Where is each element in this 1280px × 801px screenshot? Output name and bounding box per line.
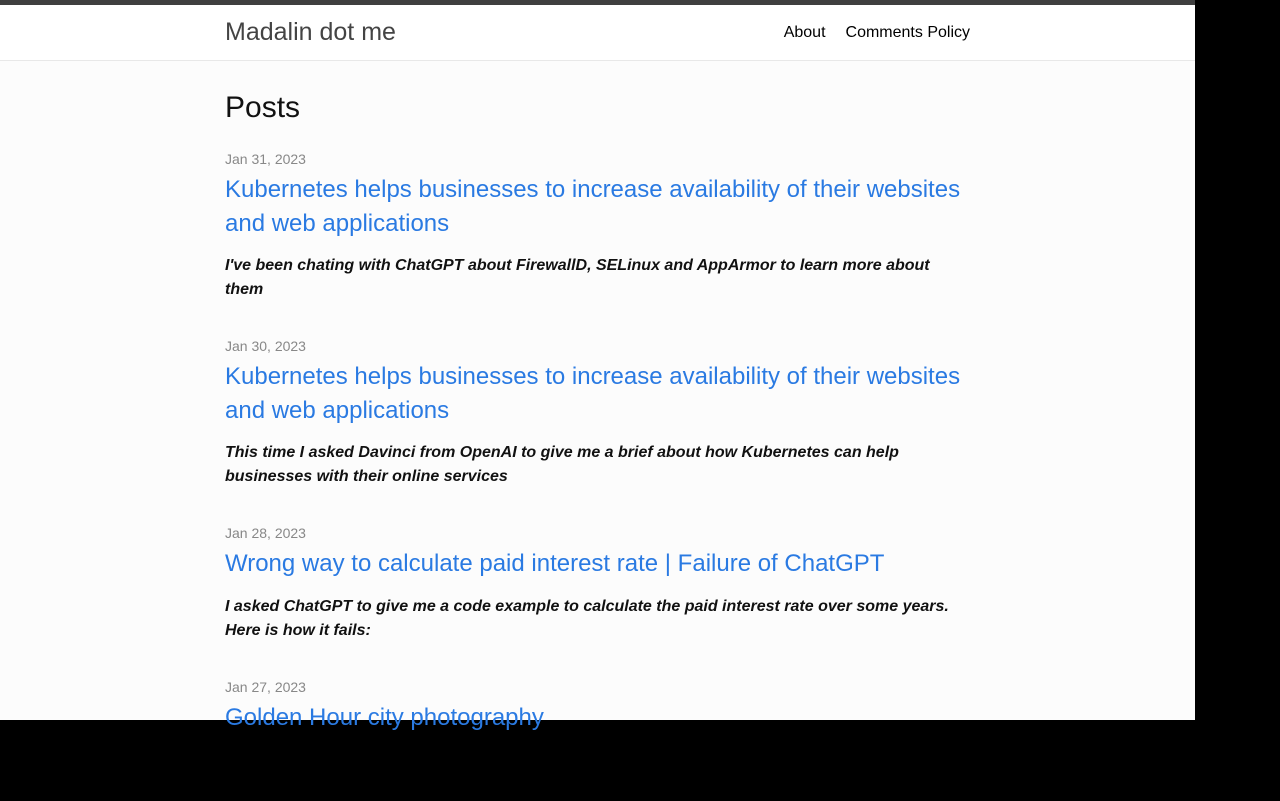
post-title-link[interactable]: Kubernetes helps businesses to increase … bbox=[225, 363, 960, 424]
main-content: Posts Jan 31, 2023 Kubernetes helps busi… bbox=[0, 61, 1195, 801]
post-excerpt: I've been chating with ChatGPT about Fir… bbox=[225, 254, 965, 302]
post-title-link[interactable]: Kubernetes helps businesses to increase … bbox=[225, 176, 960, 237]
nav-link-comments-policy[interactable]: Comments Policy bbox=[846, 24, 970, 42]
post-date: Jan 30, 2023 bbox=[225, 338, 970, 354]
post-title-link[interactable]: Golden Hour city photography bbox=[225, 704, 544, 731]
post-date: Jan 31, 2023 bbox=[225, 151, 970, 167]
post-item: Jan 27, 2023 Golden Hour city photograph… bbox=[225, 679, 970, 735]
post-excerpt: This time I asked Davinci from OpenAI to… bbox=[225, 441, 965, 489]
post-item: Jan 31, 2023 Kubernetes helps businesses… bbox=[225, 151, 970, 302]
post-item: Jan 28, 2023 Wrong way to calculate paid… bbox=[225, 525, 970, 643]
post-excerpt: I asked ChatGPT to give me a code exampl… bbox=[225, 595, 965, 643]
post-title-link[interactable]: Wrong way to calculate paid interest rat… bbox=[225, 550, 884, 577]
post-title: Kubernetes helps businesses to increase … bbox=[225, 360, 970, 427]
site-header: Madalin dot me About Comments Policy bbox=[0, 5, 1195, 61]
site-nav: About Comments Policy bbox=[784, 24, 970, 42]
post-item: Jan 30, 2023 Kubernetes helps businesses… bbox=[225, 338, 970, 489]
post-title: Wrong way to calculate paid interest rat… bbox=[225, 547, 970, 581]
post-title: Kubernetes helps businesses to increase … bbox=[225, 173, 970, 240]
post-title: Golden Hour city photography bbox=[225, 701, 970, 735]
post-date: Jan 27, 2023 bbox=[225, 679, 970, 695]
site-title[interactable]: Madalin dot me bbox=[225, 18, 784, 47]
page-title: Posts bbox=[225, 91, 970, 125]
post-date: Jan 28, 2023 bbox=[225, 525, 970, 541]
nav-link-about[interactable]: About bbox=[784, 24, 826, 42]
page-container: Madalin dot me About Comments Policy Pos… bbox=[0, 0, 1195, 720]
